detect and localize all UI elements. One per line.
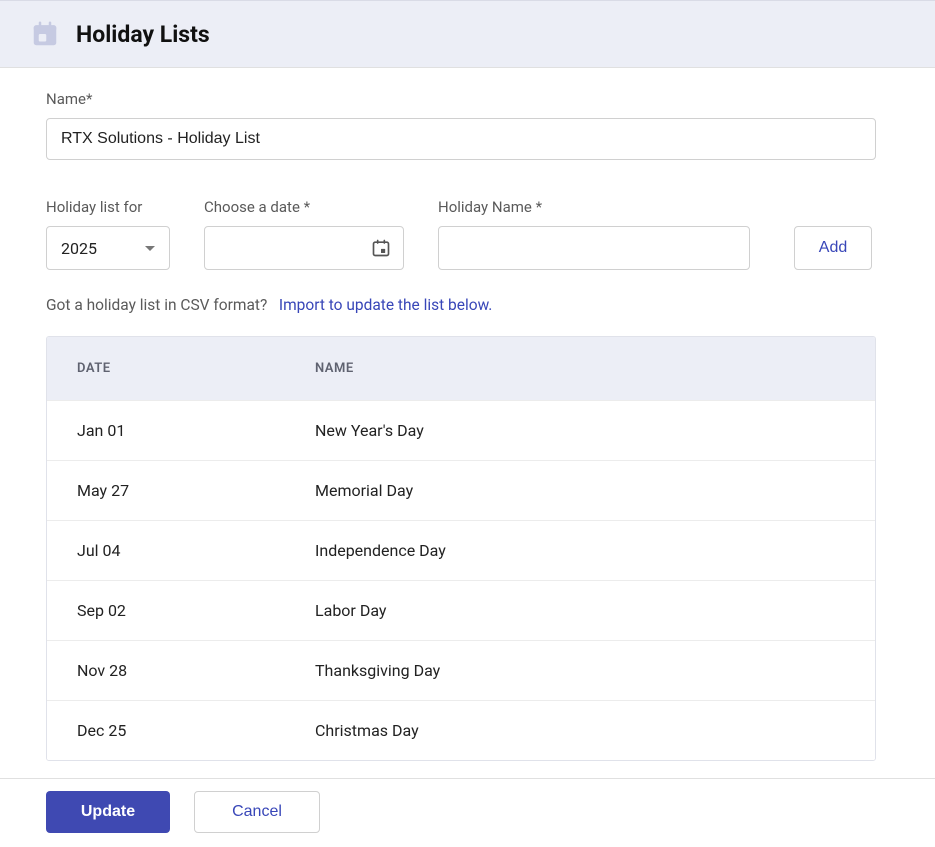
calendar-icon <box>30 19 60 49</box>
table-cell-date: Dec 25 <box>77 721 315 740</box>
table-cell-date: Jan 01 <box>77 421 315 440</box>
holiday-name-label: Holiday Name * <box>438 198 750 216</box>
page-header: Holiday Lists <box>0 0 935 68</box>
name-label: Name* <box>46 90 889 108</box>
name-input[interactable] <box>46 118 876 160</box>
table-row: Jul 04Independence Day <box>47 520 875 580</box>
year-select[interactable]: 2025 <box>46 226 170 270</box>
table-row: May 27Memorial Day <box>47 460 875 520</box>
table-cell-date: Sep 02 <box>77 601 315 620</box>
page-title: Holiday Lists <box>76 21 210 48</box>
table-row: Dec 25Christmas Day <box>47 700 875 760</box>
table-cell-date: May 27 <box>77 481 315 500</box>
cancel-button[interactable]: Cancel <box>194 791 320 833</box>
import-prompt: Got a holiday list in CSV format? <box>46 296 267 314</box>
table-cell-name: Memorial Day <box>315 481 845 500</box>
import-link[interactable]: Import to update the list below. <box>279 296 493 314</box>
table-cell-name: New Year's Day <box>315 421 845 440</box>
table-row: Jan 01New Year's Day <box>47 400 875 460</box>
add-button[interactable]: Add <box>794 226 872 270</box>
table-cell-name: Thanksgiving Day <box>315 661 845 680</box>
import-line: Got a holiday list in CSV format? Import… <box>46 296 889 314</box>
table-cell-name: Christmas Day <box>315 721 845 740</box>
table-header-date: DATE <box>77 361 315 376</box>
chevron-down-icon <box>145 246 155 251</box>
date-input[interactable] <box>204 226 404 270</box>
table-cell-date: Nov 28 <box>77 661 315 680</box>
table-row: Sep 02Labor Day <box>47 580 875 640</box>
holiday-table: DATE NAME Jan 01New Year's DayMay 27Memo… <box>46 336 876 761</box>
calendar-picker-icon <box>371 238 391 258</box>
add-holiday-row: Holiday list for 2025 Choose a date * Ho… <box>46 198 889 270</box>
table-cell-date: Jul 04 <box>77 541 315 560</box>
table-cell-name: Independence Day <box>315 541 845 560</box>
update-button[interactable]: Update <box>46 791 170 833</box>
table-header: DATE NAME <box>47 337 875 400</box>
content-area: Name* Holiday list for 2025 Choose a dat… <box>0 68 935 761</box>
table-cell-name: Labor Day <box>315 601 845 620</box>
table-header-name: NAME <box>315 361 845 376</box>
table-row: Nov 28Thanksgiving Day <box>47 640 875 700</box>
date-label: Choose a date * <box>204 198 404 216</box>
holiday-name-input[interactable] <box>438 226 750 270</box>
footer-actions: Update Cancel <box>0 778 935 847</box>
year-label: Holiday list for <box>46 198 170 216</box>
year-select-value: 2025 <box>61 239 97 258</box>
